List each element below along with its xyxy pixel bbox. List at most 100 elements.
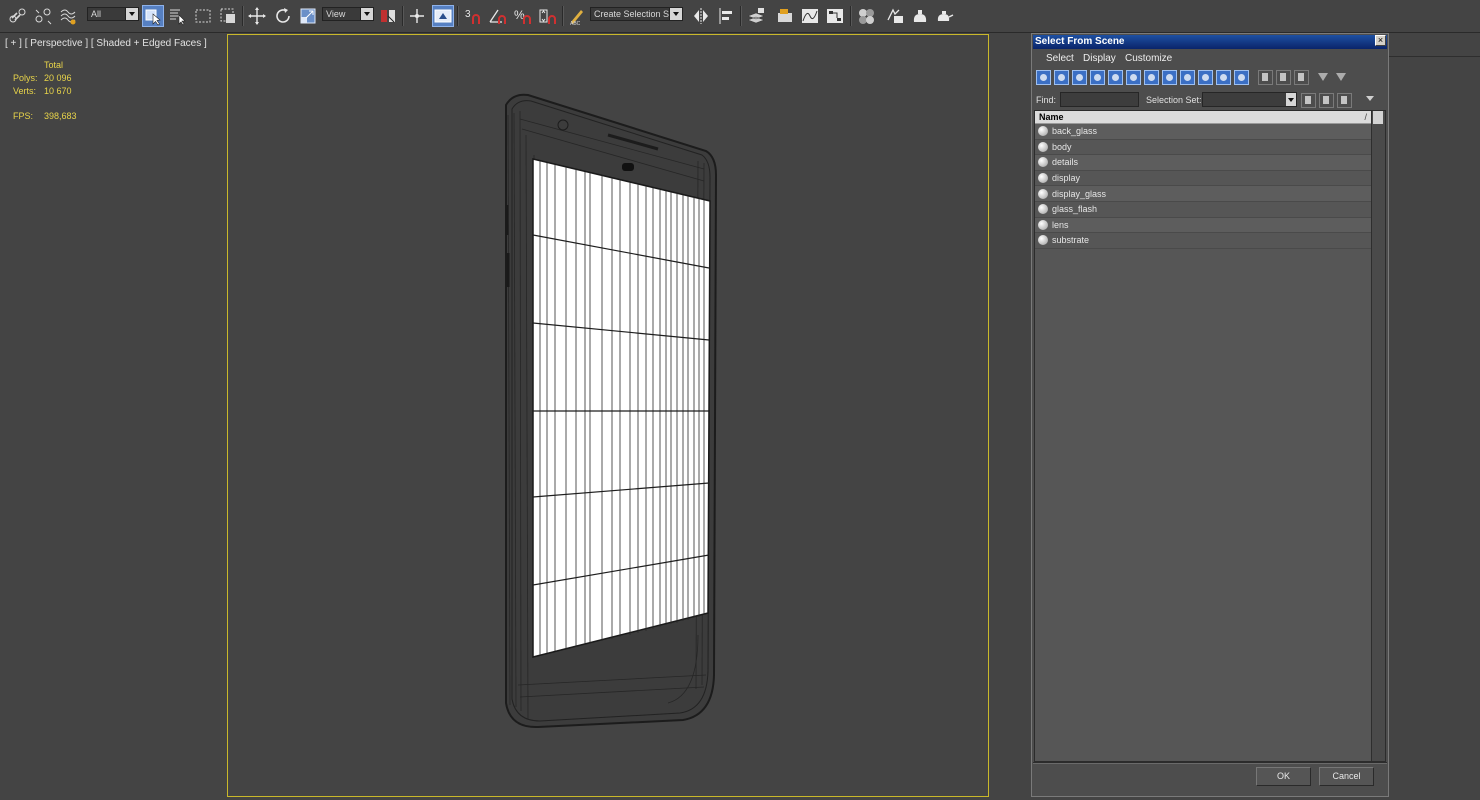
select-by-name-icon[interactable] xyxy=(167,5,189,27)
object-name: details xyxy=(1052,157,1079,168)
keyboard-shortcut-icon[interactable] xyxy=(432,5,454,27)
name-column-header[interactable]: Name / xyxy=(1035,111,1372,124)
pivot-center-icon[interactable] xyxy=(377,5,399,27)
add-selection-set-icon[interactable] xyxy=(1301,93,1316,108)
ok-button[interactable]: OK xyxy=(1256,767,1311,786)
list-item[interactable]: details xyxy=(1035,155,1372,171)
list-item[interactable]: lens xyxy=(1035,217,1372,234)
window-crossing-icon[interactable] xyxy=(217,5,239,27)
geometry-object-icon xyxy=(1038,141,1048,152)
edit-named-sets-icon[interactable]: ABC xyxy=(566,5,588,27)
display-hidden-icon[interactable] xyxy=(1234,70,1249,85)
list-item[interactable]: substrate xyxy=(1035,233,1372,249)
percent-snap-icon[interactable]: % xyxy=(512,5,534,27)
list-item[interactable]: body xyxy=(1035,139,1372,156)
select-from-scene-dialog: Select From Scene × Select Display Custo… xyxy=(1031,33,1389,797)
object-rows: back_glass body details display display_… xyxy=(1035,124,1372,249)
object-name: body xyxy=(1052,141,1072,152)
chevron-down-icon[interactable] xyxy=(1286,93,1296,106)
display-groups-icon[interactable] xyxy=(1144,70,1159,85)
angle-snap-icon[interactable] xyxy=(487,5,509,27)
stats-verts-label: Verts: xyxy=(13,86,37,96)
rendered-frame-icon[interactable] xyxy=(909,5,931,27)
display-xrefs-icon[interactable] xyxy=(1162,70,1177,85)
select-all-icon[interactable] xyxy=(1258,70,1273,85)
object-name: substrate xyxy=(1052,235,1090,246)
spinner-snap-icon[interactable] xyxy=(537,5,559,27)
select-object-icon[interactable] xyxy=(142,5,164,27)
display-cameras-icon[interactable] xyxy=(1090,70,1105,85)
layer-manager-icon[interactable] xyxy=(745,5,767,27)
filter-options-icon[interactable] xyxy=(1334,70,1349,85)
menu-customize[interactable]: Customize xyxy=(1125,53,1172,64)
material-editor-icon[interactable] xyxy=(855,5,877,27)
find-input[interactable] xyxy=(1060,92,1139,107)
render-production-icon[interactable] xyxy=(934,5,956,27)
display-frozen-icon[interactable] xyxy=(1216,70,1231,85)
object-name: display xyxy=(1052,173,1081,184)
phone-wireframe-model xyxy=(505,93,718,729)
geometry-object-icon xyxy=(1038,173,1048,184)
close-button[interactable]: × xyxy=(1375,35,1386,46)
display-bones-icon[interactable] xyxy=(1180,70,1195,85)
graphite-ribbon-icon[interactable] xyxy=(774,5,796,27)
list-item[interactable]: display xyxy=(1035,170,1372,187)
geometry-object-icon xyxy=(1038,235,1048,246)
object-name: glass_flash xyxy=(1052,204,1098,215)
named-selection-set-dropdown[interactable]: Create Selection Se xyxy=(590,7,683,21)
display-shapes-icon[interactable] xyxy=(1054,70,1069,85)
selection-set-dropdown[interactable] xyxy=(1202,92,1297,107)
list-scrollbar[interactable] xyxy=(1371,111,1385,761)
scrollbar-thumb[interactable] xyxy=(1373,111,1383,124)
display-geometry-icon[interactable] xyxy=(1036,70,1051,85)
geometry-object-icon xyxy=(1038,219,1048,230)
display-containers-icon[interactable] xyxy=(1198,70,1213,85)
perspective-viewport[interactable] xyxy=(227,34,989,797)
rect-region-icon[interactable] xyxy=(192,5,214,27)
render-setup-icon[interactable] xyxy=(884,5,906,27)
display-lights-icon[interactable] xyxy=(1072,70,1087,85)
chevron-down-icon[interactable] xyxy=(360,8,373,20)
schematic-view-icon[interactable] xyxy=(824,5,846,27)
dialog-menu-bar: Select Display Customize xyxy=(1032,50,1388,67)
selection-filter-dropdown[interactable]: All xyxy=(87,7,139,21)
remove-selection-set-icon[interactable] xyxy=(1319,93,1334,108)
list-item[interactable]: back_glass xyxy=(1035,124,1372,140)
reference-coordinate-dropdown[interactable]: View xyxy=(322,7,374,21)
filter-icon[interactable] xyxy=(1316,70,1331,85)
snaps-toggle-icon[interactable]: 3 xyxy=(462,5,484,27)
display-spacewarps-icon[interactable] xyxy=(1126,70,1141,85)
geometry-object-icon xyxy=(1038,126,1048,137)
selection-filter-value: All xyxy=(91,9,102,19)
find-label: Find: xyxy=(1036,95,1057,105)
chevron-down-icon[interactable] xyxy=(1366,96,1374,101)
menu-select[interactable]: Select xyxy=(1046,53,1074,64)
viewport-label[interactable]: [ + ] [ Perspective ] [ Shaded + Edged F… xyxy=(5,38,207,49)
align-icon[interactable] xyxy=(715,5,737,27)
edit-selection-set-icon[interactable] xyxy=(1337,93,1352,108)
chevron-down-icon[interactable] xyxy=(125,8,138,20)
snap-dimension-label: 3 xyxy=(465,9,471,20)
object-name: back_glass xyxy=(1052,126,1098,137)
invert-selection-icon[interactable] xyxy=(1294,70,1309,85)
list-item[interactable]: glass_flash xyxy=(1035,201,1372,218)
menu-display[interactable]: Display xyxy=(1083,53,1116,64)
display-helpers-icon[interactable] xyxy=(1108,70,1123,85)
unlink-icon[interactable] xyxy=(32,5,54,27)
stats-verts-value: 10 670 xyxy=(44,86,72,96)
chevron-down-icon[interactable] xyxy=(669,8,682,20)
filter-toolbar xyxy=(1034,69,1386,89)
select-none-icon[interactable] xyxy=(1276,70,1291,85)
bind-spacewarp-icon[interactable] xyxy=(57,5,79,27)
stats-polys-label: Polys: xyxy=(13,73,38,83)
link-icon[interactable] xyxy=(7,5,29,27)
move-icon[interactable] xyxy=(246,5,268,27)
scale-icon[interactable] xyxy=(297,5,319,27)
mirror-icon[interactable] xyxy=(690,5,712,27)
dialog-title[interactable]: Select From Scene xyxy=(1033,35,1387,49)
rotate-icon[interactable] xyxy=(272,5,294,27)
cancel-button[interactable]: Cancel xyxy=(1319,767,1374,786)
list-item[interactable]: display_glass xyxy=(1035,186,1372,202)
curve-editor-icon[interactable] xyxy=(799,5,821,27)
select-manipulate-icon[interactable] xyxy=(406,5,428,27)
